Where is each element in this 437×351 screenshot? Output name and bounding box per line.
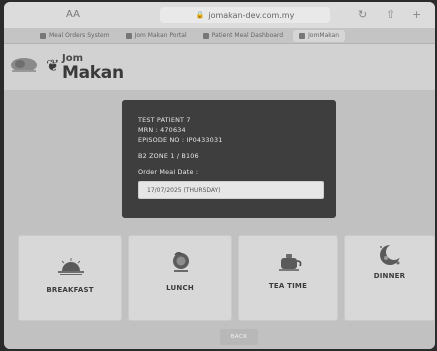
order-date-field[interactable]: 17/07/2025 (THURSDAY) <box>138 181 324 199</box>
hospital-logo-icon <box>11 58 37 72</box>
lock-icon: 🔒 <box>195 11 205 19</box>
patient-location: B2 ZONE 1 / B106 <box>138 152 199 160</box>
browser-tab[interactable]: Jom Makan Portal <box>120 30 193 42</box>
browser-tab[interactable]: Meal Orders System <box>34 30 116 42</box>
meal-tile-tea-time[interactable]: TEA TIME <box>238 235 338 321</box>
teapot-icon <box>279 254 302 271</box>
meal-tile-dinner[interactable]: DINNER <box>344 235 435 321</box>
browser-address-bar: AA 🔒 jomakan-dev.com.my ↻ ⇧ + <box>4 2 435 28</box>
app-header: ❦ Jom Makan <box>4 44 435 90</box>
browser-tab[interactable]: Patient Meal Dashboard <box>197 30 289 42</box>
jom-makan-logo[interactable]: ❦ Jom Makan <box>46 52 124 83</box>
browser-tab-bar: Meal Orders System Jom Makan Portal Pati… <box>4 28 435 44</box>
meal-label: BREAKFAST <box>46 286 94 294</box>
tab-label: Patient Meal Dashboard <box>211 32 284 39</box>
tab-label: Jom Makan Portal <box>134 32 187 39</box>
tablet-screen: AA 🔒 jomakan-dev.com.my ↻ ⇧ + Meal Order… <box>4 2 435 349</box>
url-field[interactable]: 🔒 jomakan-dev.com.my <box>160 7 330 23</box>
tab-label: JomMakan <box>308 32 340 39</box>
main-content: TEST PATIENT 7 MRN : 470634 EPISODE NO :… <box>4 90 435 349</box>
patient-episode: EPISODE NO : IP0433031 <box>138 136 223 144</box>
patient-info-card: TEST PATIENT 7 MRN : 470634 EPISODE NO :… <box>122 100 336 218</box>
favicon-icon <box>299 32 306 39</box>
url-text: jomakan-dev.com.my <box>208 10 295 20</box>
meal-label: LUNCH <box>166 284 194 292</box>
favicon-icon <box>125 32 132 39</box>
order-date-label: Order Meal Date : <box>138 168 199 176</box>
brand-bottom-text: Makan <box>62 63 124 83</box>
fork-leaf-icon: ❦ <box>46 56 60 75</box>
moon-icon <box>380 244 402 265</box>
meal-label: TEA TIME <box>268 282 308 290</box>
patient-name: TEST PATIENT 7 <box>138 116 191 124</box>
tab-label: Meal Orders System <box>49 32 110 39</box>
favicon-icon <box>40 32 46 39</box>
back-button[interactable]: BACK <box>220 329 258 345</box>
reload-icon[interactable]: ↻ <box>358 8 367 21</box>
sunrise-icon <box>58 258 84 275</box>
meal-tile-lunch[interactable]: LUNCH <box>128 235 232 321</box>
meal-tile-breakfast[interactable]: BREAKFAST <box>18 235 122 321</box>
new-tab-icon[interactable]: + <box>412 8 421 21</box>
favicon-icon <box>202 32 209 39</box>
order-date-value: 17/07/2025 (THURSDAY) <box>147 186 221 194</box>
meal-label: DINNER <box>373 272 406 280</box>
browser-tab-active[interactable]: JomMakan <box>293 29 346 42</box>
share-icon[interactable]: ⇧ <box>386 8 395 21</box>
lunch-plate-icon <box>173 252 189 272</box>
reader-text-size-button[interactable]: AA <box>66 9 80 20</box>
patient-mrn: MRN : 470634 <box>138 126 186 134</box>
